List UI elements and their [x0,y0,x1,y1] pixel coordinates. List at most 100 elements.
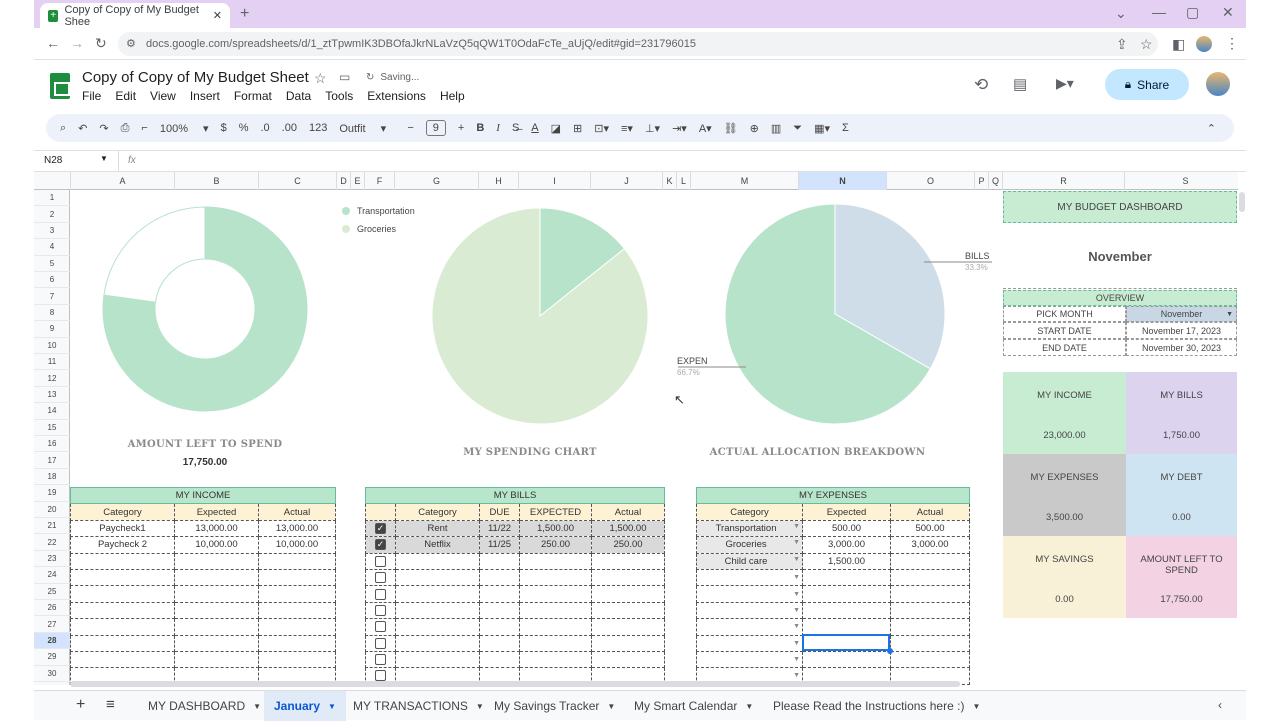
search-menus-icon[interactable]: ⌕ [60,122,66,135]
text-wrap-icon[interactable]: ⇥▾ [672,122,687,135]
table-cell[interactable] [258,618,336,636]
close-window-icon[interactable]: ✕ [1222,4,1234,21]
table-cell[interactable] [70,568,175,587]
column-header-s[interactable]: S [1124,172,1246,190]
table-cell[interactable]: Paycheck1 [70,519,175,538]
table-cell[interactable] [802,601,891,620]
tab-my-transactions[interactable]: MY TRANSACTIONS ▼ [353,691,484,721]
close-tab-icon[interactable]: ✕ [213,9,222,22]
checkbox[interactable] [365,568,396,587]
table-cell[interactable] [395,650,480,669]
name-box[interactable]: N28 [44,155,62,166]
name-box-dropdown-icon[interactable]: ▼ [100,154,108,163]
menu-help[interactable]: Help [440,89,465,103]
column-header-p[interactable]: P [974,172,988,190]
table-cell[interactable] [258,601,336,620]
column-header-e[interactable]: E [350,172,364,190]
row-header-6[interactable]: 6 [34,272,70,289]
checkbox[interactable] [365,585,396,603]
vertical-scrollbar[interactable] [1239,192,1245,212]
table-cell[interactable] [591,568,665,587]
table-cell[interactable]: Rent [395,519,480,538]
table-cell[interactable] [890,650,970,669]
percent-format-button[interactable]: % [239,122,249,134]
table-cell[interactable] [174,650,259,669]
checkbox-checked[interactable]: ✓ [365,536,396,554]
category-dropdown[interactable]: Transportation ▼ [696,519,803,538]
row-header-24[interactable]: 24 [34,567,70,584]
forward-icon[interactable]: → [70,35,84,51]
formula-input[interactable] [154,153,1234,169]
increase-decimal-button[interactable]: .00 [282,122,297,134]
row-header-9[interactable]: 9 [34,321,70,338]
table-cell[interactable] [174,552,259,570]
table-cell[interactable]: 13,000.00 [174,519,259,538]
row-header-7[interactable]: 7 [34,288,70,305]
url-input[interactable]: docs.google.com/spreadsheets/d/1_ztTpwmI… [118,32,1158,56]
table-cell[interactable] [519,585,592,603]
table-cell[interactable] [479,618,520,636]
checkbox[interactable] [365,552,396,570]
row-header-20[interactable]: 20 [34,502,70,518]
table-cell[interactable] [591,585,665,603]
sidepanel-icon[interactable]: ◧ [1172,36,1185,53]
tab-smart-calendar[interactable]: My Smart Calendar ▼ [634,691,753,721]
row-header-15[interactable]: 15 [34,420,70,436]
paint-format-icon[interactable]: ⌐ [141,122,147,134]
move-folder-icon[interactable]: ▭ [339,70,350,84]
start-date-value[interactable]: November 17, 2023 [1126,322,1237,339]
row-header-21[interactable]: 21 [34,518,70,535]
table-cell[interactable]: 11/25 [479,536,520,554]
share-page-icon[interactable]: ⇪ [1116,36,1128,53]
table-cell[interactable] [70,618,175,636]
table-cell[interactable] [519,650,592,669]
share-button[interactable]: 🔒︎ Share [1105,69,1189,100]
table-cell[interactable] [479,601,520,620]
table-cell[interactable] [519,552,592,570]
column-header-q[interactable]: Q [988,172,1002,190]
table-cell[interactable] [479,585,520,603]
table-cell[interactable]: 1,500.00 [591,519,665,538]
row-header-5[interactable]: 5 [34,256,70,272]
user-avatar[interactable] [1206,72,1230,96]
table-cell[interactable] [802,618,891,636]
table-cell[interactable]: 500.00 [890,519,970,538]
menu-insert[interactable]: Insert [190,89,220,103]
table-cell[interactable] [802,568,891,587]
table-cell[interactable] [395,634,480,652]
bold-button[interactable]: B [476,122,484,134]
column-header-n[interactable]: N [798,172,886,190]
print-icon[interactable]: ⎙ [121,122,130,135]
horizontal-scrollbar[interactable] [70,681,960,687]
row-header-25[interactable]: 25 [34,584,70,600]
table-cell[interactable] [479,650,520,669]
insert-chart-icon[interactable]: ▥ [771,122,781,135]
row-header-10[interactable]: 10 [34,338,70,354]
font-size-decrease-icon[interactable]: − [407,122,413,134]
table-cell[interactable]: 3,000.00 [890,536,970,554]
more-formats-button[interactable]: 123 [309,122,327,134]
row-header-3[interactable]: 3 [34,223,70,240]
row-header-12[interactable]: 12 [34,370,70,387]
row-header-17[interactable]: 17 [34,452,70,469]
tab-search-icon[interactable]: ⌄ [1115,5,1127,22]
column-header-i[interactable]: I [518,172,590,190]
table-cell[interactable] [174,618,259,636]
table-cell[interactable]: 10,000.00 [258,536,336,554]
back-icon[interactable]: ← [46,35,60,51]
table-cell[interactable] [479,552,520,570]
tab-my-dashboard[interactable]: MY DASHBOARD ▼ [148,691,261,721]
table-cell[interactable] [479,634,520,652]
menu-extensions[interactable]: Extensions [367,89,426,103]
pick-month-dropdown[interactable]: November ▼ [1126,306,1237,322]
table-cell[interactable] [890,618,970,636]
add-sheet-icon[interactable]: + [76,696,85,714]
merge-cells-icon[interactable]: ⊡▾ [594,122,609,135]
checkbox[interactable] [365,634,396,652]
decrease-decimal-button[interactable]: .0 [260,122,269,134]
table-cell[interactable] [890,601,970,620]
category-dropdown[interactable]: ▼ [696,618,803,636]
document-title[interactable]: Copy of Copy of My Budget Sheet [82,69,309,86]
row-header-22[interactable]: 22 [34,534,70,551]
undo-icon[interactable]: ↶ [78,122,87,135]
